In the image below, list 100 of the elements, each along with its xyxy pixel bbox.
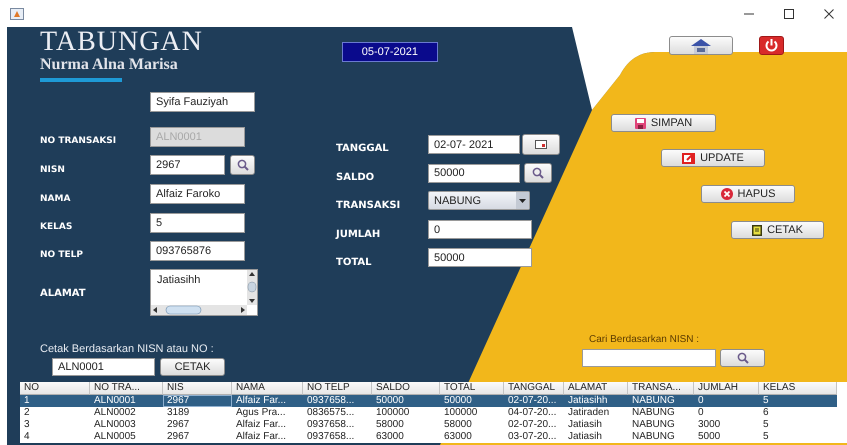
vertical-scrollbar[interactable]: [247, 270, 257, 305]
table-cell-text: 3189: [166, 407, 190, 419]
search-button[interactable]: [524, 163, 552, 183]
table-cell-text: ALN0005: [93, 431, 137, 443]
column-header[interactable]: TOTAL: [440, 382, 504, 395]
search-button[interactable]: [230, 155, 255, 175]
table-cell-text: 0: [697, 407, 705, 419]
power-button[interactable]: [758, 36, 784, 55]
text-field[interactable]: 0: [428, 220, 532, 239]
column-header[interactable]: NAMA: [232, 382, 303, 395]
calendar-icon: [535, 140, 547, 149]
table-cell: Jatiasihh: [564, 395, 628, 407]
text-field[interactable]: 50000: [428, 248, 532, 267]
column-header[interactable]: KELAS: [759, 382, 837, 395]
field-label: TANGGAL: [336, 143, 390, 154]
field-label: TOTAL: [336, 257, 372, 268]
column-header[interactable]: SALDO: [372, 382, 440, 395]
table-cell-text: 58000: [375, 419, 405, 431]
print-label: Cetak Berdasarkan NISN atau NO :: [40, 343, 215, 355]
table-cell-text: Jatiasih: [567, 431, 603, 443]
house-icon: [688, 38, 713, 54]
search-button[interactable]: [720, 349, 765, 367]
table-cell-text: ALN0002: [93, 407, 137, 419]
table-cell-text: NABUNG: [631, 419, 676, 431]
table-cell-text: 63000: [443, 431, 473, 443]
app-icon: [10, 8, 24, 20]
action-button[interactable]: SIMPAN: [611, 114, 716, 132]
column-header[interactable]: NIS: [163, 382, 232, 395]
table-cell-text: 0937658...: [306, 431, 356, 443]
edit-icon: [682, 152, 696, 164]
action-button[interactable]: UPDATE: [661, 149, 765, 167]
table-cell-text: 5: [762, 431, 770, 443]
address-field[interactable]: Jatiasihh: [150, 269, 258, 316]
document-icon: [752, 224, 762, 236]
app-subtitle: Nurma Alna Marisa: [40, 56, 179, 74]
home-button[interactable]: [668, 36, 733, 55]
text-field[interactable]: 2967: [150, 155, 225, 175]
column-header[interactable]: NO TELP: [303, 382, 372, 395]
user-name-field[interactable]: Syifa Fauziyah: [150, 92, 255, 112]
field-label: NO TELP: [40, 250, 84, 260]
date-label: 05-07-2021: [342, 42, 438, 62]
print-button[interactable]: CETAK: [160, 358, 225, 376]
search-icon: [736, 352, 748, 364]
maximize-icon[interactable]: [783, 8, 795, 20]
calendar-button[interactable]: [522, 134, 560, 155]
text-field[interactable]: 50000: [428, 164, 520, 182]
table-cell-text: Jatiasih: [567, 419, 603, 431]
transaction-dropdown[interactable]: NABUNG: [428, 191, 530, 210]
table-cell: 0937658...: [303, 395, 372, 407]
field-label: SALDO: [336, 172, 376, 183]
table-cell-text: NABUNG: [631, 407, 676, 419]
print-field[interactable]: ALN0001: [52, 358, 155, 376]
table-cell: NABUNG: [628, 395, 694, 407]
table-cell-text: Jatiraden: [567, 407, 610, 419]
search-label: Cari Berdasarkan NISN :: [589, 334, 700, 345]
text-field[interactable]: 5: [150, 213, 245, 233]
table-cell-text: 5: [762, 419, 770, 431]
delete-icon: [720, 188, 733, 200]
table-cell-text: 100000: [443, 407, 478, 419]
column-header[interactable]: ALAMAT: [564, 382, 628, 395]
table-cell-text: 3: [23, 419, 31, 431]
text-field[interactable]: Alfaiz Faroko: [150, 184, 245, 204]
table-cell: 1: [20, 395, 90, 407]
table-cell-text: 2: [23, 407, 31, 419]
table-cell-text: 2967: [166, 431, 190, 443]
table-cell-text: 2967: [166, 419, 190, 431]
table-cell-text: 5000: [697, 431, 722, 443]
horizontal-scrollbar[interactable]: [151, 305, 247, 315]
table-cell-text: 04-07-20...: [507, 407, 558, 419]
column-header[interactable]: NO TRA...: [90, 382, 163, 395]
search-icon: [532, 167, 544, 179]
table-cell-text: 58000: [443, 419, 473, 431]
table-cell-text: Alfaiz Far...: [235, 419, 288, 431]
table-cell-text: 6: [762, 407, 770, 419]
field-label: TRANSAKSI: [336, 200, 402, 211]
date-field[interactable]: 02-07- 2021: [428, 135, 520, 154]
close-icon[interactable]: [823, 8, 835, 20]
field-label: JUMLAH: [336, 229, 382, 240]
table-cell: 50000: [440, 395, 504, 407]
column-header[interactable]: JUMLAH: [694, 382, 759, 395]
table-cell-text: 100000: [375, 407, 410, 419]
power-icon: [764, 38, 779, 53]
column-header[interactable]: NO: [20, 382, 90, 395]
action-button[interactable]: HAPUS: [701, 185, 795, 203]
text-field[interactable]: 093765876: [150, 241, 245, 261]
table-cell: 5: [759, 395, 837, 407]
column-header[interactable]: TANGGAL: [504, 382, 564, 395]
table-cell: 2967: [163, 395, 232, 407]
column-header[interactable]: TRANSA...: [628, 382, 694, 395]
action-button[interactable]: CETAK: [731, 221, 824, 239]
search-icon: [236, 159, 248, 171]
table-cell: 0: [694, 395, 759, 407]
table-cell-text: 0937658...: [306, 419, 356, 431]
table-cell: 02-07-20...: [504, 395, 564, 407]
table-cell-text: 3000: [697, 419, 722, 431]
table-cell-text: ALN0003: [93, 419, 137, 431]
search-field[interactable]: [582, 349, 716, 367]
field-label: KELAS: [40, 222, 74, 232]
field-label: NO TRANSAKSI: [40, 136, 118, 146]
field-label: NISN: [40, 164, 66, 174]
